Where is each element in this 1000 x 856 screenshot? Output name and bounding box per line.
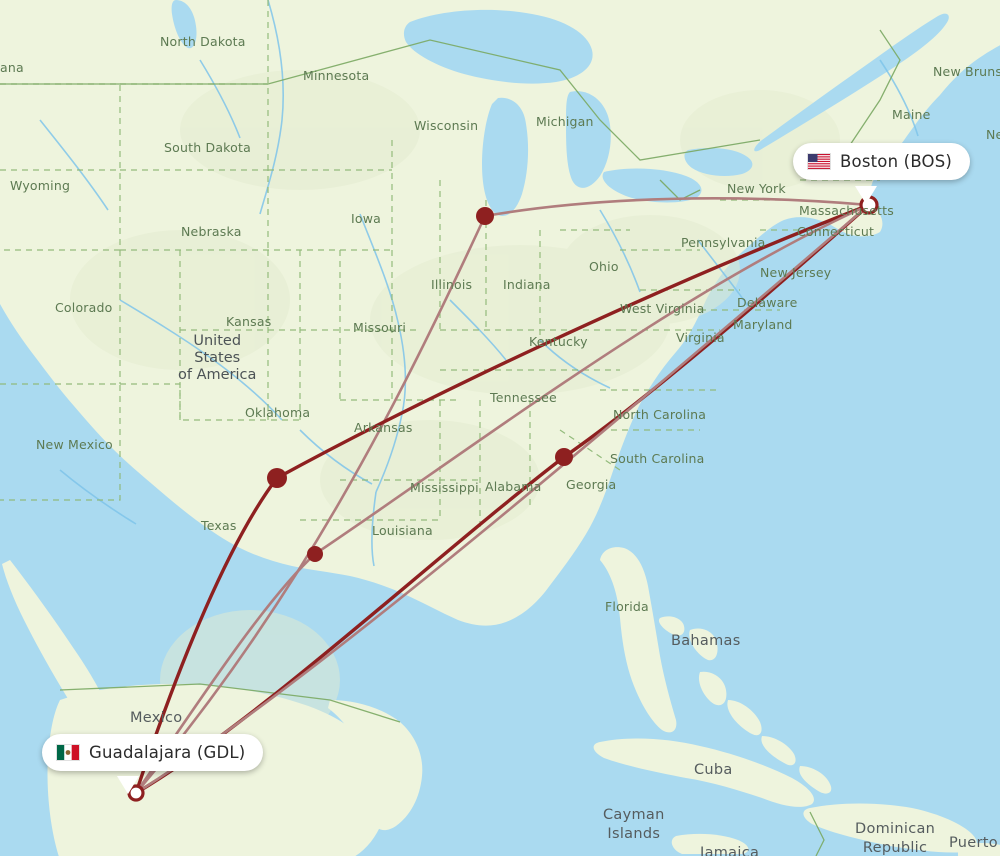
us-flag-icon — [807, 153, 831, 170]
flight-route-map[interactable]: North Dakota Minnesota Wisconsin Michigan Ma… — [0, 0, 1000, 856]
waypoint-marker-ord[interactable] — [476, 207, 494, 225]
waypoint-markers — [267, 207, 573, 562]
mx-flag-icon — [56, 744, 80, 761]
airport-badge-label-bos: Boston (BOS) — [840, 152, 953, 171]
route-gdl-ord-bos[interactable] — [134, 197, 871, 795]
route-paths — [134, 197, 871, 795]
airport-badge-bos[interactable]: Boston (BOS) — [793, 143, 971, 180]
airport-badge-tail-gdl — [117, 776, 139, 794]
routes-layer — [127, 195, 879, 802]
airport-badge-gdl[interactable]: Guadalajara (GDL) — [42, 734, 264, 771]
route-gdl-dfw-bos[interactable] — [134, 203, 871, 795]
waypoint-marker-iah[interactable] — [307, 546, 323, 562]
waypoint-marker-dfw[interactable] — [267, 468, 287, 488]
route-gdl-bos-direct[interactable] — [134, 203, 871, 795]
endpoint-markers — [127, 195, 879, 802]
route-gdl-atl-bos[interactable] — [134, 203, 871, 795]
waypoint-marker-atl[interactable] — [555, 448, 573, 466]
airport-badge-label-gdl: Guadalajara (GDL) — [89, 743, 246, 762]
route-gdl-iah-bos[interactable] — [134, 203, 871, 795]
airport-badge-tail-bos — [855, 186, 877, 204]
